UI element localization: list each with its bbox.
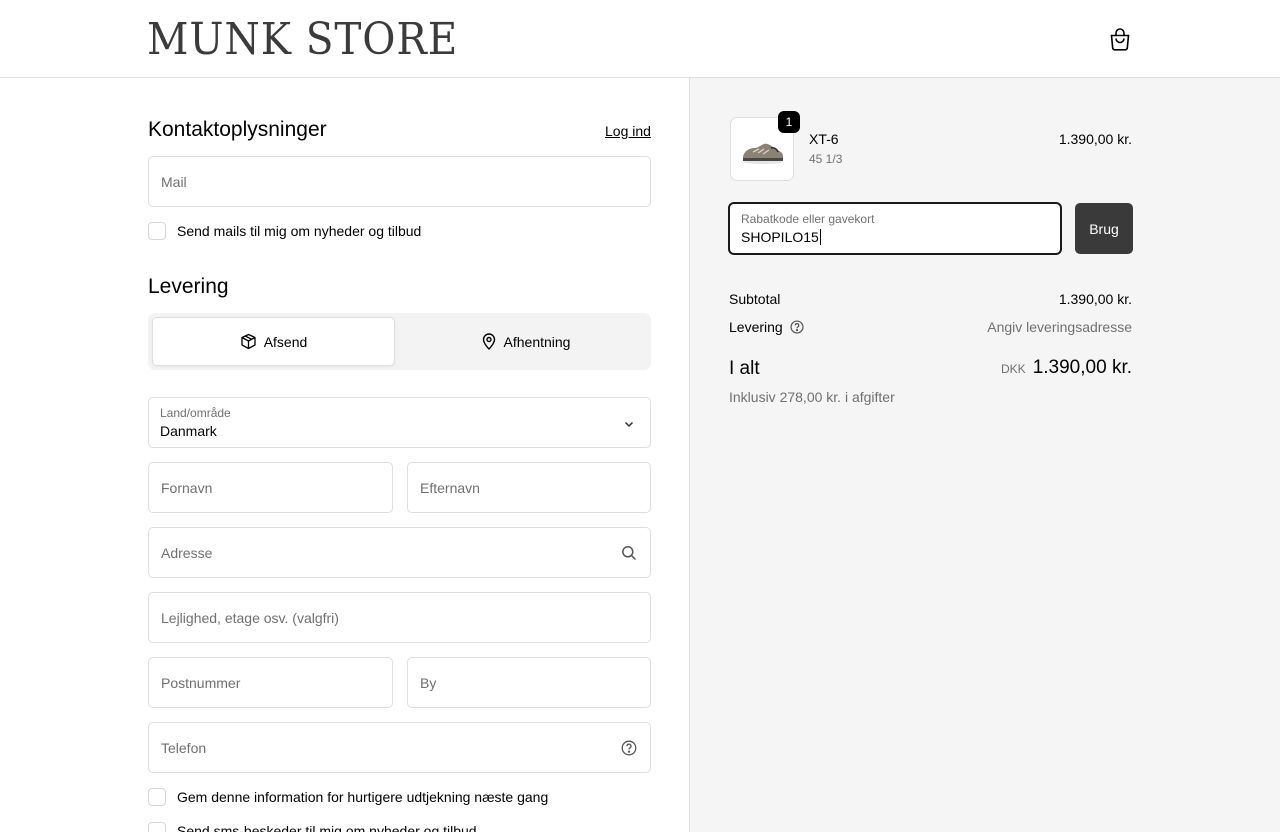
address-placeholder: Adresse xyxy=(161,545,213,561)
help-circle-icon[interactable] xyxy=(621,740,637,756)
postal-code-field[interactable]: Postnummer xyxy=(148,657,393,708)
chevron-down-icon xyxy=(624,421,634,428)
email-field[interactable]: Mail xyxy=(148,156,651,207)
newsletter-label: Send mails til mig om nyheder og tilbud xyxy=(177,223,422,239)
package-icon xyxy=(241,333,256,350)
phone-placeholder: Telefon xyxy=(161,740,207,756)
product-price: 1.390,00 kr. xyxy=(1058,131,1132,147)
shipping-label-row: Levering xyxy=(729,319,804,335)
last-name-field[interactable]: Efternavn xyxy=(407,462,651,513)
product-name: XT-6 xyxy=(809,131,839,147)
login-link[interactable]: Log ind xyxy=(605,123,651,139)
site-header: MUNK STORE xyxy=(0,0,1280,78)
first-name-placeholder: Fornavn xyxy=(161,480,213,496)
newsletter-checkbox-row[interactable]: Send mails til mig om nyheder og tilbud xyxy=(148,221,421,241)
sms-checkbox[interactable] xyxy=(148,822,166,832)
help-circle-icon[interactable] xyxy=(790,320,804,334)
email-placeholder: Mail xyxy=(161,174,187,190)
checkout-form: Kontaktoplysninger Log ind Mail Send mai… xyxy=(0,78,689,832)
shipping-value: Angiv leveringsadresse xyxy=(987,319,1132,335)
discount-code-input[interactable]: Rabatkode eller gavekort SHOPILO15 xyxy=(728,202,1062,255)
discount-label: Rabatkode eller gavekort xyxy=(741,212,875,226)
discount-value: SHOPILO15 xyxy=(741,229,821,245)
country-label: Land/område xyxy=(160,406,231,420)
total-value-row: DKK 1.390,00 kr. xyxy=(1001,357,1132,379)
newsletter-checkbox[interactable] xyxy=(148,222,166,240)
store-logo[interactable]: MUNK STORE xyxy=(147,14,458,65)
quantity-badge: 1 xyxy=(778,111,800,133)
address-field[interactable]: Adresse xyxy=(148,527,651,578)
apply-discount-button[interactable]: Brug xyxy=(1075,203,1133,254)
subtotal-value: 1.390,00 kr. xyxy=(1058,291,1132,307)
ship-option-label: Afsend xyxy=(263,333,308,350)
first-name-field[interactable]: Fornavn xyxy=(148,462,393,513)
sms-checkbox-row[interactable]: Send sms-beskeder til mig om nyheder og … xyxy=(148,821,477,832)
country-value: Danmark xyxy=(160,423,217,439)
save-info-checkbox[interactable] xyxy=(148,788,166,806)
apartment-field[interactable]: Lejlighed, etage osv. (valgfri) xyxy=(148,592,651,643)
city-placeholder: By xyxy=(420,675,437,691)
ship-option[interactable]: Afsend xyxy=(152,317,395,366)
total-label: I alt xyxy=(729,358,760,379)
product-variant: 45 1/3 xyxy=(809,152,843,166)
total-amount: 1.390,00 kr. xyxy=(1032,357,1132,378)
currency-code: DKK xyxy=(1001,362,1026,376)
order-summary: 1 XT-6 45 1/3 1.390,00 kr. Rabatkode ell… xyxy=(689,78,1280,832)
subtotal-label: Subtotal xyxy=(729,291,781,307)
country-select[interactable]: Land/område Danmark xyxy=(148,397,651,448)
shopping-bag-icon[interactable] xyxy=(1108,26,1132,52)
postal-code-placeholder: Postnummer xyxy=(161,675,241,691)
save-info-checkbox-row[interactable]: Gem denne information for hurtigere udtj… xyxy=(148,787,548,807)
tax-note: Inklusiv 278,00 kr. i afgifter xyxy=(729,389,895,405)
contact-heading: Kontaktoplysninger xyxy=(148,118,327,141)
city-field[interactable]: By xyxy=(407,657,651,708)
last-name-placeholder: Efternavn xyxy=(420,480,480,496)
phone-field[interactable]: Telefon xyxy=(148,722,651,773)
delivery-method-toggle: Afsend Afhentning xyxy=(148,313,651,370)
pickup-option[interactable]: Afhentning xyxy=(404,317,647,366)
apartment-placeholder: Lejlighed, etage osv. (valgfri) xyxy=(161,610,339,626)
pickup-option-label: Afhentning xyxy=(503,333,571,350)
save-info-label: Gem denne information for hurtigere udtj… xyxy=(177,789,549,805)
delivery-heading: Levering xyxy=(148,275,229,298)
search-icon xyxy=(622,546,637,561)
shipping-label: Levering xyxy=(729,319,783,335)
map-pin-icon xyxy=(482,333,495,350)
sms-label: Send sms-beskeder til mig om nyheder og … xyxy=(177,823,477,832)
text-cursor xyxy=(819,229,821,245)
